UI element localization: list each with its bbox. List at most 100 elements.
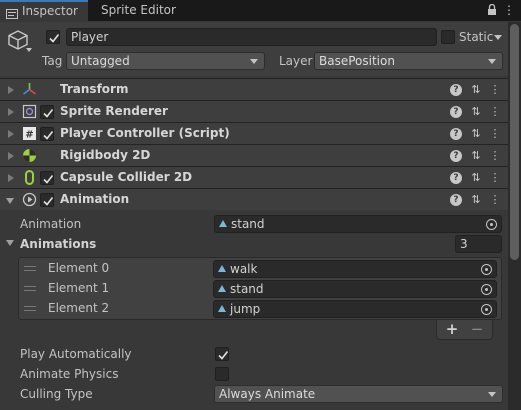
component-menu-icon[interactable]: ⋮ [489,105,501,119]
component-title: Rigidbody 2D [60,148,151,162]
animation-clip-icon [218,285,226,292]
culling-type-label: Culling Type [20,387,93,401]
culling-type-dropdown[interactable]: Always Animate [214,385,503,403]
preset-icon[interactable]: ⇅ [470,149,482,163]
component-menu-icon[interactable]: ⋮ [489,149,501,163]
lock-icon[interactable] [485,2,499,18]
svg-text:#: # [25,130,33,141]
icon-dropdown-caret-icon[interactable] [26,48,32,52]
help-icon[interactable]: ? [450,194,462,206]
foldout-arrow-icon[interactable] [6,198,14,204]
element-clip-field[interactable]: stand [213,280,497,298]
drag-handle-icon[interactable] [24,266,36,271]
object-picker-icon[interactable] [481,304,492,315]
script-icon: # [22,126,37,141]
object-picker-icon[interactable] [481,264,492,275]
component-title: Player Controller (Script) [60,126,230,140]
component-menu-icon[interactable]: ⋮ [489,127,501,141]
chevron-down-icon [250,59,258,64]
static-dropdown-caret-icon[interactable] [494,35,502,40]
object-picker-icon[interactable] [481,284,492,295]
component-player-controller[interactable]: # Player Controller (Script) ? ⇅ ⋮ [0,122,508,144]
component-enabled-checkbox[interactable] [40,127,54,141]
foldout-arrow-icon[interactable] [8,86,14,94]
animation-clip-value: stand [231,217,265,231]
transform-icon [22,82,37,97]
animations-size-field[interactable]: 3 [455,235,502,253]
chevron-down-icon [488,59,496,64]
help-icon[interactable]: ? [450,106,462,118]
inspector-icon [6,6,18,19]
element-label: Element 0 [48,261,110,275]
drag-handle-icon[interactable] [24,286,36,291]
animation-label: Animation [20,217,82,231]
component-capsule-collider-2d[interactable]: Capsule Collider 2D ? ⇅ ⋮ [0,166,508,188]
animations-foldout-icon[interactable] [6,240,14,246]
preset-icon[interactable]: ⇅ [470,83,482,97]
layer-dropdown[interactable]: BasePosition [314,52,503,70]
component-enabled-checkbox[interactable] [40,193,54,207]
tab-inspector[interactable]: Inspector [0,0,88,21]
animation-clip-field[interactable]: stand [214,215,502,233]
tab-sprite-editor[interactable]: Sprite Editor [101,0,191,21]
tag-label: Tag [42,54,63,68]
animate-physics-label: Animate Physics [20,367,119,381]
rigidbody-icon [22,148,37,163]
static-label: Static [459,30,494,44]
preset-icon[interactable]: ⇅ [470,193,482,207]
animations-label[interactable]: Animations [20,234,96,254]
component-transform[interactable]: Transform ? ⇅ ⋮ [0,78,508,100]
preset-icon[interactable]: ⇅ [470,171,482,185]
foldout-arrow-icon[interactable] [8,152,14,160]
tag-dropdown-value: Untagged [71,54,130,68]
scrollbar-thumb[interactable] [510,24,519,260]
layer-label: Layer [279,54,313,68]
object-name-field[interactable]: Player [66,28,437,46]
component-menu-icon[interactable]: ⋮ [489,193,501,207]
foldout-arrow-icon[interactable] [8,108,14,116]
component-title: Animation [60,192,130,206]
help-icon[interactable]: ? [450,172,462,184]
element-clip-field[interactable]: jump [213,300,497,318]
component-title: Capsule Collider 2D [60,170,193,184]
foldout-arrow-icon[interactable] [8,130,14,138]
animate-physics-checkbox[interactable] [215,367,229,381]
component-menu-icon[interactable]: ⋮ [489,83,501,97]
element-clip-value: walk [230,262,258,276]
drag-handle-icon[interactable] [24,306,36,311]
component-enabled-checkbox[interactable] [40,105,54,119]
preset-icon[interactable]: ⇅ [470,105,482,119]
object-picker-icon[interactable] [486,219,497,230]
component-enabled-checkbox[interactable] [40,171,54,185]
component-rigidbody-2d[interactable]: Rigidbody 2D ? ⇅ ⋮ [0,144,508,166]
help-icon[interactable]: ? [450,128,462,140]
culling-type-value: Always Animate [219,387,316,401]
add-element-button[interactable]: + [444,320,460,338]
element-clip-field[interactable]: walk [213,260,497,278]
component-title: Transform [60,82,129,96]
animation-clip-icon [218,305,226,312]
preset-icon[interactable]: ⇅ [470,127,482,141]
animation-icon [22,192,37,207]
static-checkbox[interactable] [441,30,455,44]
animation-clip-icon [218,265,226,272]
element-label: Element 1 [48,281,110,295]
component-menu-icon[interactable]: ⋮ [489,171,501,185]
tab-sprite-editor-label: Sprite Editor [101,3,176,17]
animation-clip-icon [219,220,227,227]
help-icon[interactable]: ? [450,84,462,96]
component-title: Sprite Renderer [60,104,168,118]
tag-dropdown[interactable]: Untagged [66,52,265,70]
component-sprite-renderer[interactable]: Sprite Renderer ? ⇅ ⋮ [0,100,508,122]
remove-element-button[interactable]: − [469,320,485,338]
foldout-arrow-icon[interactable] [8,174,14,182]
element-label: Element 2 [48,301,110,315]
element-clip-value: jump [230,302,261,316]
play-automatically-checkbox[interactable] [215,347,229,361]
help-icon[interactable]: ? [450,150,462,162]
more-options-icon[interactable]: ⋮ [502,2,516,18]
element-clip-value: stand [230,282,264,296]
active-checkbox[interactable] [46,30,60,44]
component-animation[interactable]: Animation ? ⇅ ⋮ [0,188,508,210]
capsule-collider-icon [22,170,37,185]
